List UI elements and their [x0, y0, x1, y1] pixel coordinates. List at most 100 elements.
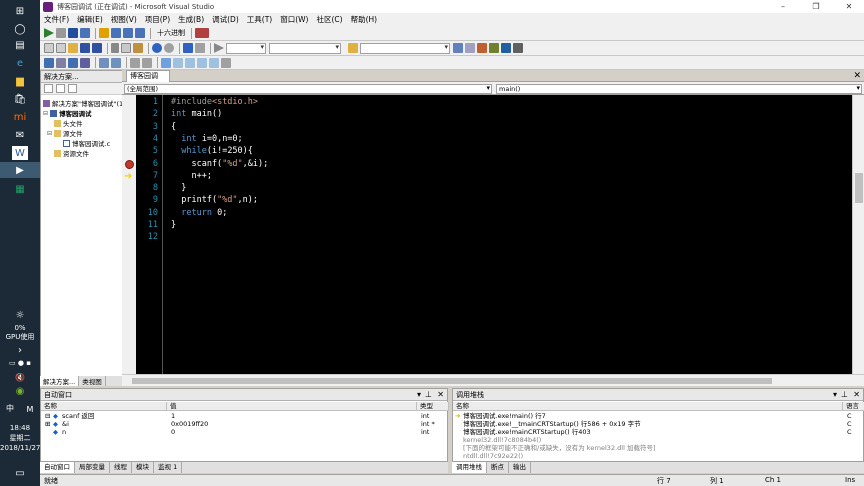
cortana-icon[interactable]: ◯ [12, 22, 28, 36]
column-header-value[interactable]: 值 [167, 402, 417, 411]
show-next-statement-icon[interactable] [99, 28, 109, 38]
chevron-right-icon[interactable]: › [12, 343, 28, 357]
parameter-info-icon[interactable] [56, 57, 66, 68]
input-mode-icon[interactable]: M [22, 402, 38, 416]
save-icon[interactable] [80, 43, 90, 53]
tab-output[interactable]: 输出 [509, 462, 531, 473]
menu-tools[interactable]: 工具(T) [243, 13, 276, 26]
paste-icon[interactable] [133, 43, 143, 53]
scrollbar-thumb[interactable] [132, 378, 772, 384]
collapse-icon[interactable]: ⊟ [43, 110, 50, 117]
tree-source-file[interactable]: 博客园调试.c [63, 138, 110, 148]
tree-header-files[interactable]: 头文件 [54, 118, 83, 128]
menu-debug[interactable]: 调试(D) [208, 13, 243, 26]
autos-value[interactable]: 0 [171, 428, 175, 436]
menu-community[interactable]: 社区(C) [312, 13, 346, 26]
notification-icon[interactable]: ▭ [12, 466, 28, 480]
refresh-icon[interactable] [68, 84, 77, 93]
solution-platform-combo[interactable] [269, 42, 341, 54]
toggle-bookmark-icon[interactable] [161, 57, 171, 68]
tree-resource-files[interactable]: 资源文件 [54, 148, 89, 158]
find-combo[interactable] [360, 42, 450, 54]
stop-debugging-icon[interactable] [68, 28, 78, 38]
find-in-files-icon[interactable] [348, 43, 358, 53]
cut-icon[interactable] [111, 43, 119, 53]
menu-view[interactable]: 视图(V) [107, 13, 141, 26]
windows-logo-icon[interactable]: ⊞ [12, 4, 28, 18]
dropdown-icon[interactable]: ▾ [833, 389, 837, 401]
editor-vertical-scrollbar[interactable] [852, 95, 864, 374]
tray-icons[interactable]: ▭ ● ▪ [5, 356, 35, 370]
column-header-name[interactable]: 名称 [453, 402, 843, 411]
minimize-button[interactable]: – [768, 0, 798, 13]
step-into-icon[interactable] [111, 28, 121, 38]
decrease-indent-icon[interactable] [99, 57, 109, 68]
word-icon[interactable]: W [12, 146, 28, 160]
ime-indicator[interactable]: 中 [0, 404, 20, 413]
code-line[interactable]: printf("%d",n); [171, 195, 258, 205]
menu-build[interactable]: 生成(B) [174, 13, 208, 26]
code-line[interactable]: #include<stdio.h> [171, 97, 258, 107]
tree-source-files[interactable]: ⊟ 源文件 [47, 128, 83, 138]
file-explorer-icon[interactable]: ▆ [12, 74, 28, 88]
properties-icon[interactable] [44, 84, 53, 93]
person-icon[interactable]: ☼ [12, 308, 28, 322]
close-pane-icon[interactable]: ✕ [437, 389, 444, 401]
breakpoints-window-icon[interactable] [195, 28, 209, 38]
call-stack-frame[interactable]: ntdll.dll!7c92e22() [463, 452, 523, 460]
column-header-type[interactable]: 类型 [417, 402, 449, 411]
solution-config-combo[interactable] [226, 42, 266, 54]
prev-bookmark-icon[interactable] [173, 57, 183, 68]
uncomment-icon[interactable] [142, 57, 152, 68]
hex-display-button[interactable]: 十六进制 [157, 28, 185, 38]
tab-call-stack[interactable]: 调用堆栈 [452, 462, 487, 473]
clock-weekday[interactable]: 星期二 [0, 434, 40, 443]
comment-out-icon[interactable] [130, 57, 140, 68]
code-line[interactable]: int i=0,n=0; [171, 134, 242, 144]
spreadsheet-icon[interactable]: ▦ [12, 182, 28, 196]
maximize-button[interactable]: ❐ [801, 0, 831, 13]
undo-icon[interactable] [152, 43, 162, 53]
menu-file[interactable]: 文件(F) [40, 13, 73, 26]
close-button[interactable]: ✕ [834, 0, 864, 13]
tab-watch-1[interactable]: 监视 1 [154, 462, 183, 473]
start-page-icon[interactable] [501, 43, 511, 53]
window-layout-icon[interactable] [513, 43, 523, 53]
next-bookmark-folder-icon[interactable] [209, 57, 219, 68]
prev-bookmark-folder-icon[interactable] [197, 57, 207, 68]
edge-icon[interactable]: e [12, 56, 28, 70]
code-line[interactable]: } [171, 183, 186, 193]
clock-time[interactable]: 18:48 [0, 424, 40, 433]
autos-value[interactable]: 1 [171, 412, 175, 420]
restart-icon[interactable] [80, 28, 90, 38]
tab-threads[interactable]: 线程 [110, 462, 132, 473]
word-complete-icon[interactable] [80, 57, 90, 68]
code-line[interactable]: { [171, 122, 176, 132]
call-stack-frame[interactable]: kernel32.dll!7c8084b4() [463, 436, 541, 444]
quick-info-icon[interactable] [68, 57, 78, 68]
scrollbar-thumb[interactable] [855, 173, 863, 203]
code-line[interactable]: while(i!=250){ [171, 146, 253, 156]
code-line[interactable]: int main() [171, 109, 222, 119]
step-over-icon[interactable] [123, 28, 133, 38]
column-header-name[interactable]: 名称 [41, 402, 167, 411]
close-document-icon[interactable]: ✕ [853, 70, 861, 82]
menu-help[interactable]: 帮助(H) [347, 13, 382, 26]
vs-app-icon[interactable]: ▶ [0, 162, 40, 178]
object-browser-icon[interactable] [477, 43, 487, 53]
tab-locals[interactable]: 局部变量 [75, 462, 110, 473]
solution-explorer-icon[interactable] [453, 43, 463, 53]
autos-value[interactable]: 0x0019ff20 [171, 420, 208, 428]
indicator-margin[interactable] [122, 95, 136, 374]
step-out-icon[interactable] [135, 28, 145, 38]
tab-class-view[interactable]: 类视图 [79, 376, 106, 386]
increase-indent-icon[interactable] [111, 57, 121, 68]
dropdown-icon[interactable]: ▾ [417, 389, 421, 401]
navigate-forward-icon[interactable] [195, 43, 205, 53]
clear-bookmarks-icon[interactable] [221, 57, 231, 68]
expand-icon[interactable]: ⊞ [45, 420, 50, 428]
code-line[interactable]: scanf("%d",&i); [171, 159, 268, 169]
tab-modules[interactable]: 模块 [132, 462, 154, 473]
menu-window[interactable]: 窗口(W) [276, 13, 312, 26]
call-stack-frame[interactable]: 博客园调试.exe!main() 行7 [463, 412, 546, 420]
